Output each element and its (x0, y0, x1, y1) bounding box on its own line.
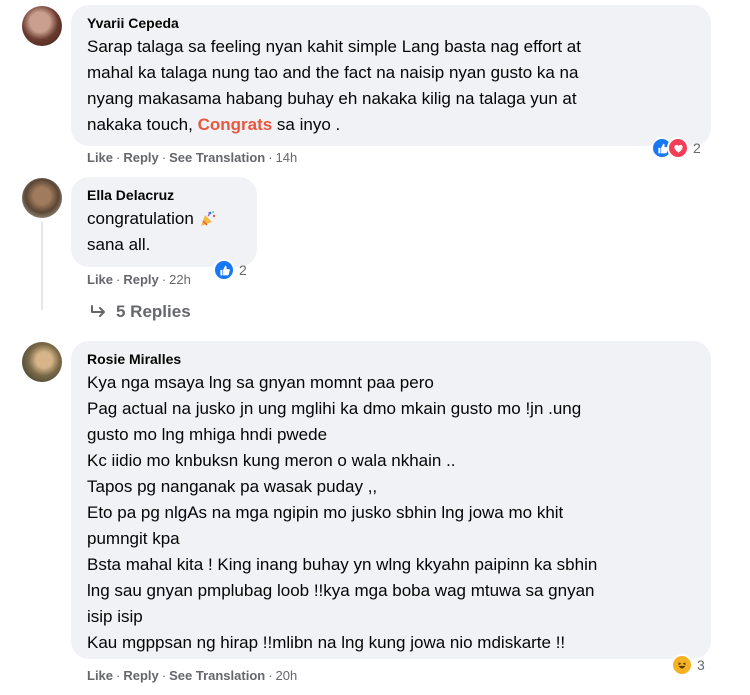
comment-line: Bsta mahal kita ! King inang buhay yn wl… (87, 555, 598, 574)
reaction-summary[interactable]: 2 (213, 259, 247, 281)
comment-line: sana all. (87, 235, 151, 254)
separator: · (268, 668, 273, 683)
comment-bubble: Yvarii Cepeda Sarap talaga sa feeling ny… (71, 5, 711, 146)
comment-bubble: Ella Delacruz congratulation sana all. (71, 177, 257, 267)
comment-bubble: Rosie Miralles Kya nga msaya lng sa gnya… (71, 341, 711, 659)
comment-line: Sarap talaga sa feeling nyan kahit simpl… (87, 37, 581, 56)
comment-author[interactable]: Ella Delacruz (87, 186, 243, 204)
comment-line: lng sau gnyan pmplubag loob !!kya mga bo… (87, 581, 595, 600)
reply-button[interactable]: Reply (123, 150, 158, 165)
comment-text: Kya nga msaya lng sa gnyan momnt paa per… (87, 370, 697, 656)
comment-line: mahal ka talaga nung tao and the fact na… (87, 63, 579, 82)
replies-label: 5 Replies (116, 302, 191, 321)
comment-line: gusto mo lng mhiga hndi pwede (87, 425, 328, 444)
comment-text: congratulation sana all. (87, 206, 243, 258)
reaction-count: 2 (693, 140, 701, 156)
comment-line: pumngit kpa (87, 529, 180, 548)
separator: · (116, 150, 121, 165)
timestamp[interactable]: 20h (276, 668, 298, 683)
comment-line: Tapos pg nanganak pa wasak puday ,, (87, 477, 378, 496)
comment-actions: Like · Reply · 22h (87, 272, 191, 288)
comment-actions: Like · Reply · See Translation · 14h (87, 150, 297, 166)
like-button[interactable]: Like (87, 150, 113, 165)
avatar[interactable] (22, 178, 62, 218)
comment-line: congratulation (87, 206, 243, 232)
separator: · (161, 668, 167, 683)
comment-line: Kau mgppsan ng hirap !!mlibn na lng kung… (87, 633, 566, 652)
highlighted-word: Congrats (197, 115, 273, 134)
separator: · (161, 150, 167, 165)
reply-thread-line (41, 222, 43, 310)
love-icon (667, 137, 689, 159)
reply-button[interactable]: Reply (123, 668, 158, 683)
comment-text-segment: congratulation (87, 209, 194, 228)
comment-line: Eto pa pg nlgAs na mga ngipin mo jusko s… (87, 503, 564, 522)
comment-text: Sarap talaga sa feeling nyan kahit simpl… (87, 34, 697, 138)
comment-line: nyang makasama habang buhay eh nakaka ki… (87, 89, 577, 108)
comment-author[interactable]: Rosie Miralles (87, 350, 697, 368)
see-translation-button[interactable]: See Translation (169, 150, 265, 165)
comment-line: Pag actual na jusko jn ung mglihi ka dmo… (87, 399, 582, 418)
avatar[interactable] (22, 6, 62, 46)
like-button[interactable]: Like (87, 668, 113, 683)
separator: · (161, 272, 167, 287)
avatar[interactable] (22, 342, 62, 382)
comment-line: isip isip (87, 607, 143, 626)
comment-text-segment: sa inyo . (272, 115, 341, 134)
reaction-summary[interactable]: 2 (651, 137, 701, 159)
comment-line: nakaka touch, Congrats sa inyo . (87, 112, 697, 138)
comment-text-segment: nakaka touch, (87, 115, 198, 134)
comment-line: Kya nga msaya lng sa gnyan momnt paa per… (87, 373, 434, 392)
comment-line: Kc iidio mo knbuksn kung meron o wala nk… (87, 451, 456, 470)
reply-arrow-icon (90, 305, 108, 319)
like-button[interactable]: Like (87, 272, 113, 287)
reaction-count: 3 (697, 657, 705, 673)
see-translation-button[interactable]: See Translation (169, 668, 265, 683)
party-popper-icon (199, 210, 217, 228)
comment-actions: Like · Reply · See Translation · 20h (87, 668, 297, 684)
separator: · (116, 272, 121, 287)
separator: · (116, 668, 121, 683)
reaction-summary[interactable]: 3 (671, 654, 705, 676)
reply-button[interactable]: Reply (123, 272, 158, 287)
separator: · (268, 150, 273, 165)
timestamp[interactable]: 22h (169, 272, 191, 287)
haha-icon (671, 654, 693, 676)
view-replies-button[interactable]: 5 Replies (90, 302, 191, 322)
reaction-count: 2 (239, 262, 247, 278)
timestamp[interactable]: 14h (276, 150, 298, 165)
comment-author[interactable]: Yvarii Cepeda (87, 14, 697, 32)
like-icon (213, 259, 235, 281)
